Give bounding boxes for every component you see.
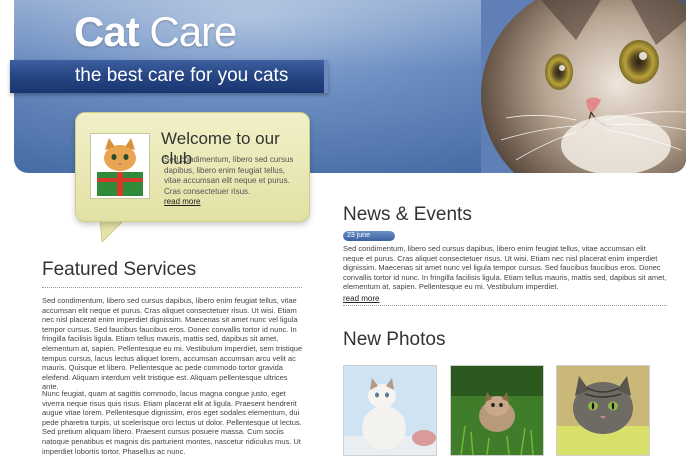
photo-thumb-kitten-grass[interactable] <box>450 365 544 456</box>
tagline: the best care for you cats <box>75 65 289 86</box>
news-date-badge: 23 june <box>343 231 395 241</box>
news-events-title: News & Events <box>343 204 472 225</box>
featured-services-title: Featured Services <box>42 259 197 280</box>
header-cat-photo <box>481 0 686 173</box>
welcome-text: Sed condimentum, libero sed cursus dapib… <box>164 155 294 196</box>
featured-divider <box>42 287 302 288</box>
kitten-gift-photo <box>90 133 150 199</box>
site-logo[interactable]: Cat Care <box>74 8 237 56</box>
welcome-read-more-link[interactable]: read more <box>164 197 200 206</box>
kitten-grass-photo <box>451 366 543 455</box>
photo-thumb-white-cat[interactable] <box>343 365 437 456</box>
featured-paragraph-2: Nunc feugiat, quam at sagittis commodo, … <box>42 389 302 456</box>
white-cat-photo <box>344 366 436 455</box>
featured-paragraph-1: Sed condimentum, libero sed cursus dapib… <box>42 296 303 392</box>
welcome-box: Welcome to our club Sed condimentum, lib… <box>75 112 310 222</box>
news-divider <box>343 305 667 306</box>
photo-thumb-tabby-cat[interactable] <box>556 365 650 456</box>
logo-bold: Cat <box>74 8 140 55</box>
news-read-more-link[interactable]: read more <box>343 294 379 303</box>
news-text: Sed condimentum, libero sed cursus dapib… <box>343 244 667 292</box>
tabby-cat-photo <box>557 366 649 455</box>
logo-light: Care <box>138 8 237 55</box>
new-photos-title: New Photos <box>343 329 446 350</box>
